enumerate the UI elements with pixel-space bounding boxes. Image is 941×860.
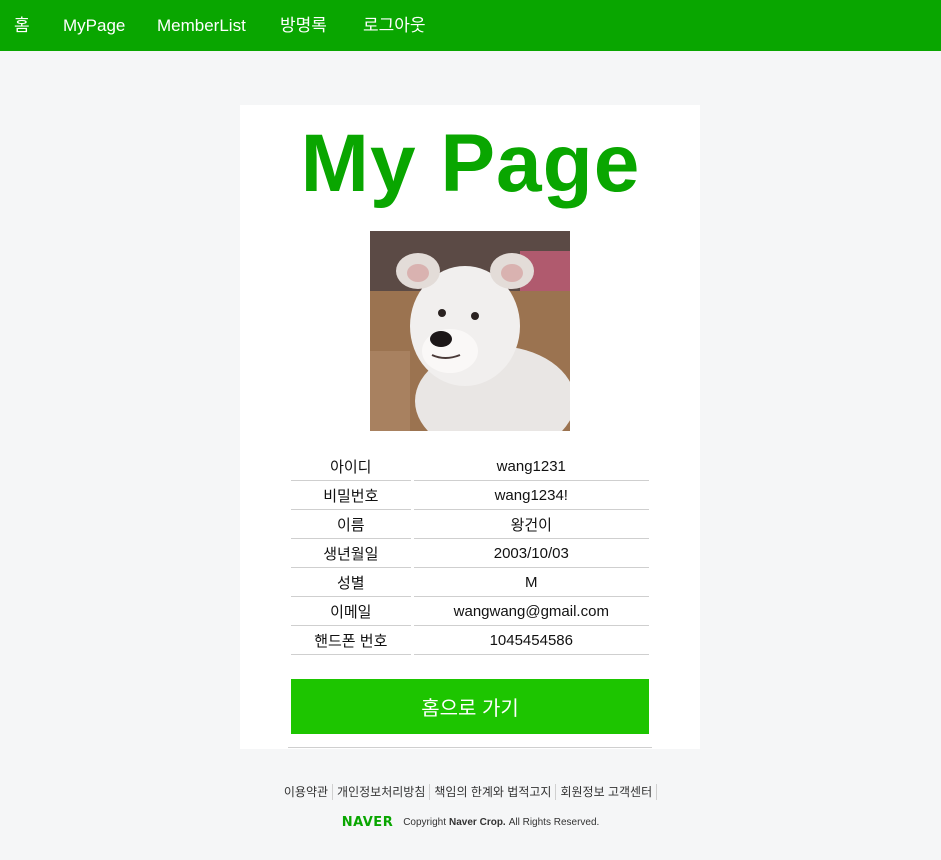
field-label-phone: 핸드폰 번호 (291, 626, 411, 655)
table-row: 이메일 wangwang@gmail.com (291, 597, 649, 626)
field-value-id: wang1231 (413, 452, 649, 481)
footer-link-terms[interactable]: 이용약관 (284, 784, 334, 800)
page-title: My Page (300, 118, 641, 209)
nav-link-logout[interactable]: 로그아웃 (363, 0, 426, 51)
nav-link-mypage[interactable]: MyPage (63, 0, 125, 51)
table-row: 핸드폰 번호 1045454586 (291, 626, 649, 655)
nav-link-guestbook[interactable]: 방명록 (280, 0, 327, 51)
nav-link-home[interactable]: 홈 (14, 0, 30, 51)
table-row: 성별 M (291, 568, 649, 597)
field-label-gender: 성별 (291, 568, 411, 597)
footer-link-support[interactable]: 회원정보 고객센터 (556, 784, 658, 800)
profile-photo (370, 231, 570, 431)
copyright-rights: All Rights Reserved. (508, 817, 600, 828)
field-label-id: 아이디 (291, 452, 411, 481)
field-label-name: 이름 (291, 510, 411, 539)
table-row: 생년월일 2003/10/03 (291, 539, 649, 568)
footer-links: 이용약관 개인정보처리방침 책임의 한계와 법적고지 회원정보 고객센터 (0, 784, 941, 800)
copyright-company: Naver Crop. (449, 817, 506, 828)
field-value-password: wang1234! (413, 481, 649, 510)
footer-link-legal[interactable]: 책임의 한계와 법적고지 (430, 784, 557, 800)
top-navigation-bar: 홈 MyPage MemberList 방명록 로그아웃 (0, 0, 941, 51)
table-row: 비밀번호 wang1234! (291, 481, 649, 510)
table-row: 아이디 wang1231 (291, 452, 649, 481)
dog-photo-illustration (370, 231, 570, 431)
field-value-phone: 1045454586 (413, 626, 649, 655)
field-value-gender: M (413, 568, 649, 597)
table-row: 이름 왕건이 (291, 510, 649, 539)
field-label-password: 비밀번호 (291, 481, 411, 510)
go-home-button[interactable]: 홈으로 가기 (291, 679, 649, 734)
nav-link-memberlist[interactable]: MemberList (157, 0, 246, 51)
field-value-name: 왕건이 (413, 510, 649, 539)
divider (288, 747, 652, 748)
naver-logo[interactable]: NAVER (342, 815, 394, 830)
field-value-email: wangwang@gmail.com (413, 597, 649, 626)
field-label-birthdate: 생년월일 (291, 539, 411, 568)
footer-link-privacy[interactable]: 개인정보처리방침 (333, 784, 431, 800)
field-value-birthdate: 2003/10/03 (413, 539, 649, 568)
field-label-email: 이메일 (291, 597, 411, 626)
copyright-prefix: Copyright (403, 817, 447, 828)
footer-copyright: NAVER Copyright Naver Crop. All Rights R… (0, 815, 941, 830)
profile-info-table: 아이디 wang1231 비밀번호 wang1234! 이름 왕건이 생년월일 … (288, 452, 652, 655)
